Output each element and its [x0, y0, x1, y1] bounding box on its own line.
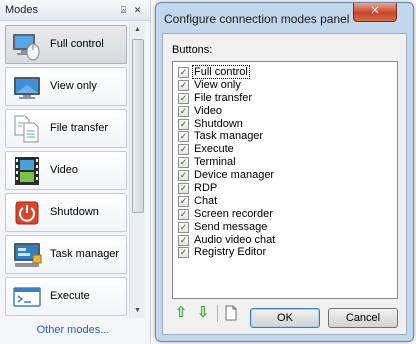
- cancel-button[interactable]: Cancel: [328, 308, 398, 328]
- check-item-label: Full control: [192, 65, 250, 79]
- modes-panel-header: Modes ⍓ ✕: [0, 0, 150, 21]
- monitor-icon: [14, 77, 40, 99]
- mode-button-full-control[interactable]: Full control: [5, 25, 127, 64]
- check-item-task-manager[interactable]: ✓ Task manager: [173, 130, 397, 143]
- check-item-label: Terminal: [194, 156, 236, 169]
- check-item-screen-recorder[interactable]: ✓ Screen recorder: [173, 208, 397, 221]
- check-item-view-only[interactable]: ✓ View only: [173, 79, 397, 92]
- checkbox[interactable]: ✓: [178, 234, 189, 246]
- mode-button-execute[interactable]: Execute: [5, 277, 127, 316]
- checkbox[interactable]: ✓: [178, 221, 189, 233]
- pin-icon[interactable]: ⍓: [116, 3, 131, 18]
- blank-document-icon[interactable]: [222, 304, 240, 322]
- task-manager-icon: [14, 243, 42, 267]
- ok-button[interactable]: OK: [250, 308, 320, 328]
- panel-close-icon[interactable]: ✕: [130, 3, 145, 18]
- film-icon: [15, 157, 39, 185]
- checkbox[interactable]: ✓: [178, 79, 189, 91]
- check-item-label: Chat: [194, 194, 218, 207]
- checkbox[interactable]: ✓: [178, 157, 189, 169]
- check-item-label: Shutdown: [194, 117, 243, 130]
- check-item-device-manager[interactable]: ✓ Device manager: [173, 169, 397, 182]
- checkbox[interactable]: ✓: [178, 144, 189, 156]
- checkbox[interactable]: ✓: [178, 131, 189, 143]
- checkbox[interactable]: ✓: [178, 247, 189, 259]
- check-item-label: Send message: [194, 220, 268, 233]
- modes-scrollbar[interactable]: ▲ ▼: [129, 22, 145, 318]
- check-item-terminal[interactable]: ✓ Terminal: [173, 156, 397, 169]
- check-item-execute[interactable]: ✓ Execute: [173, 143, 397, 156]
- check-item-label: Execute: [194, 143, 234, 156]
- mode-label: Task manager: [50, 248, 120, 260]
- check-item-label: Screen recorder: [194, 207, 273, 220]
- check-item-label: Task manager: [194, 130, 264, 143]
- power-icon: [15, 201, 39, 225]
- checkbox[interactable]: ✓: [178, 195, 189, 207]
- check-item-label: Device manager: [194, 169, 275, 182]
- mode-button-shutdown[interactable]: Shutdown: [5, 193, 127, 232]
- move-down-arrow-icon[interactable]: ⇩: [194, 304, 212, 322]
- dialog-close-button[interactable]: ✕: [353, 3, 397, 22]
- mode-list: Full control View only File transfer Vid…: [5, 25, 127, 319]
- modes-panel: Modes ⍓ ✕ Full control View only File tr…: [0, 0, 151, 344]
- scroll-down-arrow-icon[interactable]: ▼: [130, 303, 145, 318]
- checkbox[interactable]: ✓: [178, 208, 189, 220]
- file-transfer-icon: [14, 115, 39, 143]
- check-item-label: Video: [194, 104, 222, 117]
- mode-label: File transfer: [50, 122, 109, 134]
- check-item-full-control[interactable]: ✓ Full control: [173, 65, 397, 79]
- check-item-rdp[interactable]: ✓ RDP: [173, 182, 397, 195]
- configure-dialog: Configure connection modes panel ✕ Butto…: [155, 2, 414, 342]
- mode-label: Full control: [50, 38, 104, 50]
- mode-button-file-transfer[interactable]: File transfer: [5, 109, 127, 148]
- check-item-label: Audio video chat: [194, 233, 276, 246]
- checkbox[interactable]: ✓: [178, 170, 189, 182]
- mode-button-video[interactable]: Video: [5, 151, 127, 190]
- check-item-label: File transfer: [194, 91, 253, 104]
- check-item-shutdown[interactable]: ✓ Shutdown: [173, 118, 397, 131]
- check-item-send-message[interactable]: ✓ Send message: [173, 221, 397, 234]
- mode-label: View only: [50, 80, 97, 92]
- buttons-label: Buttons:: [172, 44, 213, 56]
- buttons-checklist: ✓ Full control ✓ View only ✓ File transf…: [172, 61, 398, 299]
- move-up-arrow-icon[interactable]: ⇧: [172, 304, 190, 322]
- mode-button-task-manager[interactable]: Task manager: [5, 235, 127, 274]
- scroll-up-arrow-icon[interactable]: ▲: [130, 22, 145, 37]
- mode-label: Execute: [50, 290, 90, 302]
- checkbox[interactable]: ✓: [178, 183, 189, 195]
- mouse-monitor-icon: [13, 34, 40, 61]
- checkbox[interactable]: ✓: [178, 105, 189, 117]
- mode-label: Shutdown: [50, 206, 99, 218]
- toolbar-separator: [217, 305, 218, 322]
- mode-button-view-only[interactable]: View only: [5, 67, 127, 106]
- execute-icon: [13, 287, 41, 307]
- scrollbar-thumb[interactable]: [132, 39, 144, 213]
- other-modes-link[interactable]: Other modes...: [0, 324, 146, 336]
- check-item-label: RDP: [194, 182, 218, 195]
- check-item-file-transfer[interactable]: ✓ File transfer: [173, 92, 397, 105]
- check-item-chat[interactable]: ✓ Chat: [173, 195, 397, 208]
- dialog-title: Configure connection modes panel: [164, 12, 350, 26]
- check-item-label: Registry Editor: [194, 246, 267, 259]
- check-item-video[interactable]: ✓ Video: [173, 105, 397, 118]
- close-icon: ✕: [370, 5, 380, 17]
- dialog-body: Buttons: ✓ Full control ✓ View only ✓ Fi…: [162, 33, 407, 335]
- mode-label: Video: [50, 164, 78, 176]
- modes-panel-title: Modes: [5, 4, 39, 16]
- check-item-label: View only: [194, 78, 241, 91]
- check-item-audio-video-chat[interactable]: ✓ Audio video chat: [173, 234, 397, 247]
- checkbox[interactable]: ✓: [178, 67, 189, 78]
- checkbox[interactable]: ✓: [178, 118, 189, 130]
- checkbox[interactable]: ✓: [178, 92, 189, 104]
- check-item-registry-editor[interactable]: ✓ Registry Editor: [173, 246, 397, 259]
